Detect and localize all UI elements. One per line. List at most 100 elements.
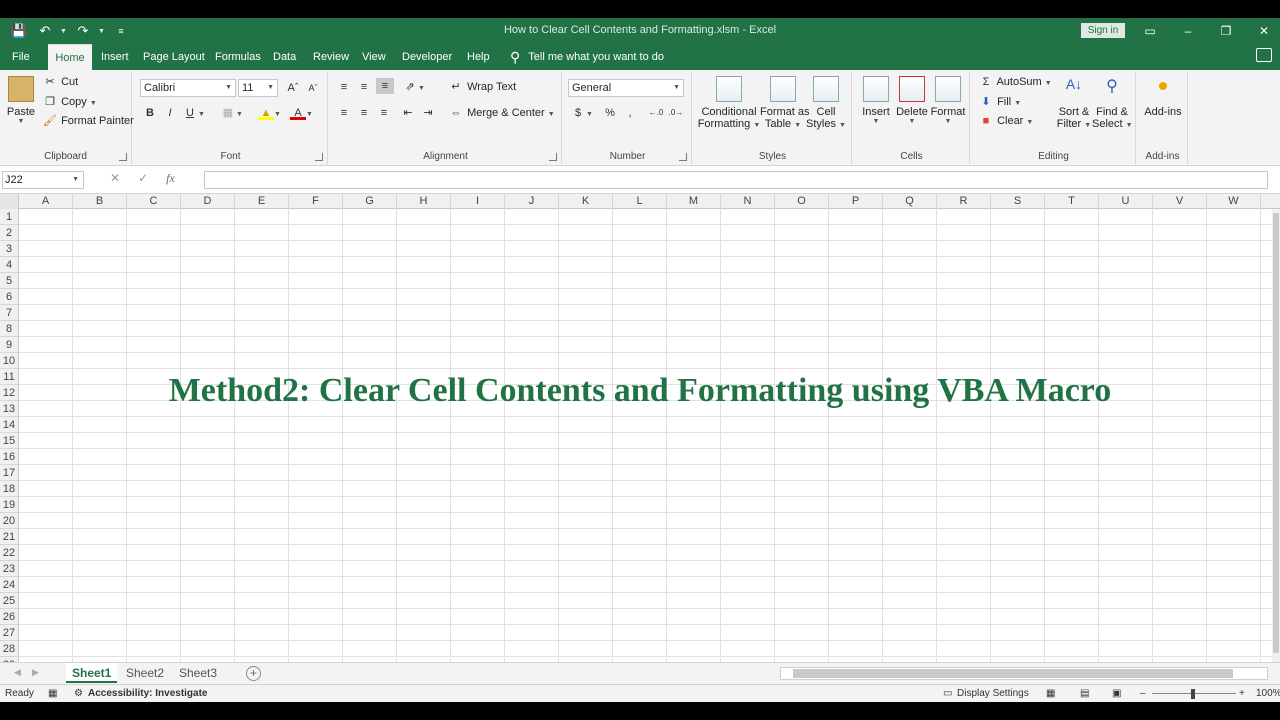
- tab-data[interactable]: Data: [269, 44, 300, 70]
- tab-file[interactable]: File: [8, 44, 34, 70]
- row-header[interactable]: 5: [0, 273, 19, 289]
- align-center-button[interactable]: ≡: [356, 106, 372, 120]
- horizontal-scrollbar[interactable]: [780, 667, 1268, 680]
- tab-review[interactable]: Review: [309, 44, 353, 70]
- borders-button[interactable]: ▦ ▼: [220, 106, 243, 120]
- format-cells-button[interactable]: Format ▼: [930, 76, 966, 125]
- row-header[interactable]: 19: [0, 497, 19, 513]
- row-header[interactable]: 28: [0, 641, 19, 657]
- row-header[interactable]: 25: [0, 593, 19, 609]
- column-header[interactable]: B: [73, 194, 127, 209]
- enter-check-icon[interactable]: ✓: [138, 171, 148, 186]
- font-launcher-icon[interactable]: [315, 153, 323, 161]
- name-box[interactable]: J22 ▼: [2, 171, 84, 189]
- column-header[interactable]: J: [505, 194, 559, 209]
- wrap-text-button[interactable]: ↵ Wrap Text: [448, 80, 516, 94]
- display-settings-icon[interactable]: ▭: [943, 688, 952, 699]
- column-header[interactable]: K: [559, 194, 613, 209]
- comments-icon[interactable]: [1256, 48, 1272, 62]
- zoom-level[interactable]: 100%: [1256, 688, 1280, 699]
- sign-in-button[interactable]: Sign in: [1081, 23, 1125, 38]
- cut-button[interactable]: ✂ Cut: [42, 75, 78, 89]
- cells-area[interactable]: [19, 209, 1272, 682]
- format-as-table-button[interactable]: Format as Table ▼: [760, 76, 810, 130]
- comma-button[interactable]: ,: [622, 106, 638, 120]
- tab-insert[interactable]: Insert: [97, 44, 133, 70]
- accessibility-icon[interactable]: ⚙: [74, 688, 83, 699]
- row-header[interactable]: 18: [0, 481, 19, 497]
- bold-button[interactable]: B: [142, 106, 158, 120]
- column-header[interactable]: C: [127, 194, 181, 209]
- tab-formulas[interactable]: Formulas: [211, 44, 265, 70]
- ribbon-display-options-icon[interactable]: ▭: [1136, 21, 1164, 41]
- tab-home[interactable]: Home: [48, 44, 92, 70]
- cancel-icon[interactable]: ✕: [110, 171, 120, 186]
- row-header[interactable]: 17: [0, 465, 19, 481]
- tab-page-layout[interactable]: Page Layout: [139, 44, 209, 70]
- cell-styles-button[interactable]: Cell Styles ▼: [806, 76, 846, 130]
- vertical-scroll-thumb[interactable]: [1273, 213, 1279, 653]
- column-header[interactable]: M: [667, 194, 721, 209]
- column-header[interactable]: G: [343, 194, 397, 209]
- row-header[interactable]: 7: [0, 305, 19, 321]
- italic-button[interactable]: I: [162, 106, 178, 120]
- tab-help[interactable]: Help: [463, 44, 494, 70]
- autosum-button[interactable]: Σ AutoSum ▼: [978, 75, 1052, 89]
- zoom-in-icon[interactable]: +: [1239, 688, 1245, 699]
- font-color-button[interactable]: A ▼: [290, 106, 313, 120]
- increase-decimal-button[interactable]: ←.0: [648, 106, 664, 120]
- row-header[interactable]: 10: [0, 353, 19, 369]
- insert-cells-button[interactable]: Insert ▼: [858, 76, 894, 125]
- bottom-align-button[interactable]: ≡: [376, 78, 394, 94]
- column-header[interactable]: Q: [883, 194, 937, 209]
- column-header[interactable]: V: [1153, 194, 1207, 209]
- column-header[interactable]: R: [937, 194, 991, 209]
- row-header[interactable]: 1: [0, 209, 19, 225]
- column-header[interactable]: E: [235, 194, 289, 209]
- column-header[interactable]: W: [1207, 194, 1261, 209]
- normal-view-icon[interactable]: ▦: [1046, 688, 1055, 699]
- row-header[interactable]: 3: [0, 241, 19, 257]
- sheet-tab-sheet2[interactable]: Sheet2: [120, 663, 170, 683]
- column-header[interactable]: F: [289, 194, 343, 209]
- decrease-indent-button[interactable]: ⇤: [400, 106, 416, 120]
- row-header[interactable]: 26: [0, 609, 19, 625]
- add-sheet-icon[interactable]: +: [246, 666, 261, 681]
- vertical-scrollbar[interactable]: [1272, 209, 1280, 682]
- column-header[interactable]: L: [613, 194, 667, 209]
- column-header[interactable]: H: [397, 194, 451, 209]
- paste-button[interactable]: Paste ▼: [6, 76, 36, 125]
- zoom-slider-thumb[interactable]: [1191, 689, 1195, 699]
- row-header[interactable]: 22: [0, 545, 19, 561]
- font-size-dropdown[interactable]: 11 ▼: [238, 79, 278, 97]
- column-header[interactable]: O: [775, 194, 829, 209]
- formula-input[interactable]: [204, 171, 1268, 189]
- align-right-button[interactable]: ≡: [376, 106, 392, 120]
- row-header[interactable]: 2: [0, 225, 19, 241]
- row-header[interactable]: 4: [0, 257, 19, 273]
- zoom-out-icon[interactable]: –: [1140, 688, 1146, 699]
- fill-button[interactable]: ⬇ Fill ▼: [978, 95, 1021, 109]
- column-header[interactable]: T: [1045, 194, 1099, 209]
- top-align-button[interactable]: ≡: [336, 80, 352, 94]
- percent-button[interactable]: %: [602, 106, 618, 120]
- align-left-button[interactable]: ≡: [336, 106, 352, 120]
- sheet-tab-sheet3[interactable]: Sheet3: [173, 663, 223, 683]
- decrease-font-button[interactable]: Aˇ: [305, 81, 321, 95]
- macro-record-icon[interactable]: ▦: [48, 688, 57, 699]
- decrease-decimal-button[interactable]: .0→: [668, 106, 684, 120]
- alignment-launcher-icon[interactable]: [549, 153, 557, 161]
- column-header[interactable]: N: [721, 194, 775, 209]
- row-header[interactable]: 15: [0, 433, 19, 449]
- insert-function-icon[interactable]: fx: [166, 171, 175, 186]
- restore-icon[interactable]: ❐: [1212, 21, 1240, 41]
- row-header[interactable]: 9: [0, 337, 19, 353]
- find-select-button[interactable]: ⚲ Find & Select ▼: [1092, 76, 1133, 130]
- tab-view[interactable]: View: [358, 44, 390, 70]
- next-sheet-icon[interactable]: ▶: [32, 667, 39, 678]
- column-header[interactable]: S: [991, 194, 1045, 209]
- number-format-dropdown[interactable]: General ▼: [568, 79, 684, 97]
- row-header[interactable]: 16: [0, 449, 19, 465]
- number-launcher-icon[interactable]: [679, 153, 687, 161]
- delete-cells-button[interactable]: Delete ▼: [894, 76, 930, 125]
